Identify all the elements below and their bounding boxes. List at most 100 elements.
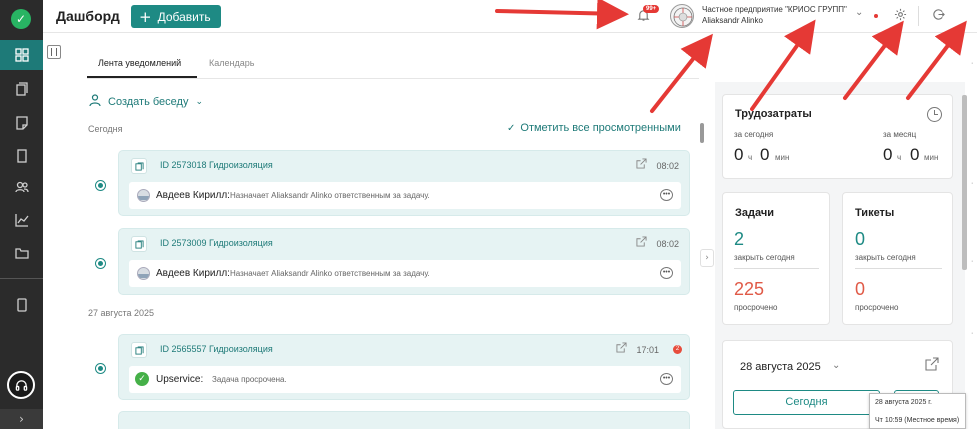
user-name[interactable]: Aliaksandr Alinko bbox=[702, 16, 763, 25]
add-button-label: Добавить bbox=[157, 9, 211, 24]
notification-message: Авдеев Кирилл: Назначает Aliaksandr Alin… bbox=[129, 260, 681, 287]
rail-expand-chevron-icon[interactable]: › bbox=[0, 409, 43, 429]
datetime-tooltip: 28 августа 2025 г. Чт 10:59 (Местное вре… bbox=[869, 393, 966, 429]
unread-radio[interactable] bbox=[95, 180, 106, 191]
hours-unit: ч bbox=[897, 153, 902, 162]
nav-notes-icon[interactable] bbox=[0, 108, 43, 138]
tasks-close-today-value[interactable]: 2 bbox=[734, 229, 744, 250]
message-author: Upservice: bbox=[156, 374, 204, 385]
org-avatar[interactable] bbox=[670, 4, 694, 28]
status-dot bbox=[874, 14, 878, 18]
unread-count-badge: 2 bbox=[673, 345, 682, 354]
message-author: Авдеев Кирилл: bbox=[156, 268, 230, 279]
nav-users-icon[interactable] bbox=[0, 172, 43, 202]
scroll-marker: · bbox=[971, 258, 974, 265]
org-name[interactable]: Частное предприятие "КРИОС ГРУПП" bbox=[702, 5, 847, 14]
scroll-marker: · bbox=[971, 330, 974, 337]
today-button[interactable]: Сегодня bbox=[733, 390, 880, 415]
external-link-icon[interactable] bbox=[925, 357, 939, 374]
tickets-close-today-value[interactable]: 0 bbox=[855, 229, 865, 250]
page-scrollbar[interactable] bbox=[962, 95, 967, 270]
tasks-overdue-label: просрочено bbox=[734, 303, 778, 312]
notification-message: ✓ Upservice: Задача просрочена. ••• bbox=[129, 366, 681, 393]
document-icon bbox=[131, 158, 147, 174]
user-add-icon bbox=[88, 93, 102, 110]
page-title: Дашборд bbox=[56, 8, 120, 24]
mark-all-read-button[interactable]: ✓ Отметить все просмотренными bbox=[507, 122, 681, 134]
labor-today-label: за сегодня bbox=[734, 130, 774, 139]
chevron-down-icon[interactable]: ⌄ bbox=[832, 360, 840, 371]
add-button[interactable]: + Добавить bbox=[131, 5, 221, 28]
labor-month-hours: 0 bbox=[883, 145, 893, 164]
labor-today-minutes: 0 bbox=[760, 145, 770, 164]
tabs-divider bbox=[87, 78, 699, 79]
labor-month-minutes: 0 bbox=[910, 145, 920, 164]
tasks-widget[interactable]: Задачи 2 закрыть сегодня 225 просрочено bbox=[722, 192, 830, 325]
notification-card[interactable]: ID 2573018 Гидроизоляция 08:02 Авдеев Ки… bbox=[118, 150, 690, 216]
date-group-today: Сегодня bbox=[88, 124, 123, 134]
hours-unit: ч bbox=[748, 153, 753, 162]
labor-title: Трудозатраты bbox=[735, 108, 812, 120]
nav-analytics-icon[interactable] bbox=[0, 205, 43, 235]
comment-icon[interactable]: ••• bbox=[660, 373, 673, 385]
notifications-badge: 99+ bbox=[643, 5, 660, 13]
notification-card[interactable]: ID 2573009 Гидроизоляция 08:02 Авдеев Ки… bbox=[118, 228, 690, 295]
clock-icon[interactable] bbox=[927, 107, 942, 122]
comment-icon[interactable]: ••• bbox=[660, 267, 673, 279]
feed-scrollbar[interactable] bbox=[700, 123, 704, 143]
message-text: Назначает Aliaksandr Alinko ответственны… bbox=[230, 269, 430, 278]
tickets-close-today-label: закрыть сегодня bbox=[855, 253, 916, 262]
message-text: Назначает Aliaksandr Alinko ответственны… bbox=[230, 191, 430, 200]
plus-icon: + bbox=[139, 7, 152, 26]
create-chat-button[interactable]: Создать беседу ⌄ bbox=[88, 93, 203, 110]
document-icon bbox=[131, 236, 147, 252]
avatar bbox=[137, 267, 150, 280]
top-header: Дашборд + Добавить 99+ Частное предприят… bbox=[43, 0, 977, 33]
external-link-icon[interactable] bbox=[616, 342, 627, 356]
tab-calendar[interactable]: Календарь bbox=[209, 58, 254, 68]
nav-documents-icon[interactable] bbox=[0, 74, 43, 104]
tasks-close-today-label: закрыть сегодня bbox=[734, 253, 795, 262]
tasks-overdue-value[interactable]: 225 bbox=[734, 279, 764, 300]
support-headset-icon[interactable] bbox=[7, 371, 35, 399]
message-author: Авдеев Кирилл: bbox=[156, 190, 230, 201]
comment-icon[interactable]: ••• bbox=[660, 189, 673, 201]
tasks-title: Задачи bbox=[735, 207, 774, 219]
notification-title[interactable]: ID 2573009 Гидроизоляция bbox=[160, 238, 273, 248]
calendar-date-select[interactable]: 28 августа 2025 bbox=[740, 361, 821, 373]
annotation-arrow bbox=[650, 33, 713, 113]
document-icon bbox=[131, 342, 147, 358]
unread-radio[interactable] bbox=[95, 258, 106, 269]
nav-dashboard-icon[interactable] bbox=[0, 40, 43, 70]
notification-time: 17:01 bbox=[636, 345, 659, 355]
tickets-overdue-label: просрочено bbox=[855, 303, 899, 312]
nav-folder-icon[interactable] bbox=[0, 238, 43, 268]
tickets-title: Тикеты bbox=[855, 207, 895, 219]
nav-file-icon[interactable] bbox=[0, 141, 43, 171]
app-logo-icon[interactable]: ✓ bbox=[11, 9, 31, 29]
labor-month-label: за месяц bbox=[883, 130, 917, 139]
notification-time: 08:02 bbox=[656, 239, 679, 249]
external-link-icon[interactable] bbox=[636, 236, 647, 250]
notification-title[interactable]: ID 2565557 Гидроизоляция bbox=[160, 344, 273, 354]
divider bbox=[734, 268, 819, 269]
notification-title[interactable]: ID 2573018 Гидроизоляция bbox=[160, 160, 273, 170]
unread-radio[interactable] bbox=[95, 363, 106, 374]
create-chat-label: Создать беседу bbox=[108, 95, 189, 108]
tickets-overdue-value[interactable]: 0 bbox=[855, 279, 865, 300]
tooltip-time: Чт 10:59 (Местное время) bbox=[875, 417, 960, 424]
external-link-icon[interactable] bbox=[636, 158, 647, 172]
notification-card[interactable] bbox=[118, 411, 690, 429]
notification-card[interactable]: ID 2565557 Гидроизоляция 17:01 2 ✓ Upser… bbox=[118, 334, 690, 400]
gear-icon[interactable] bbox=[894, 8, 907, 24]
org-chevron-down-icon[interactable]: ⌄ bbox=[855, 7, 863, 18]
nav-mobile-icon[interactable] bbox=[0, 290, 43, 320]
labor-costs-widget: Трудозатраты за сегодня за месяц 0 ч 0 м… bbox=[722, 94, 953, 179]
tab-notifications-feed[interactable]: Лента уведомлений bbox=[98, 58, 181, 68]
filter-settings-icon[interactable] bbox=[47, 45, 61, 59]
date-group-label: 27 августа 2025 bbox=[88, 308, 155, 318]
logout-icon[interactable] bbox=[932, 8, 945, 24]
panel-collapse-chevron-icon[interactable]: › bbox=[700, 249, 714, 267]
tickets-widget[interactable]: Тикеты 0 закрыть сегодня 0 просрочено bbox=[842, 192, 953, 325]
check-circle-icon: ✓ bbox=[135, 372, 149, 386]
